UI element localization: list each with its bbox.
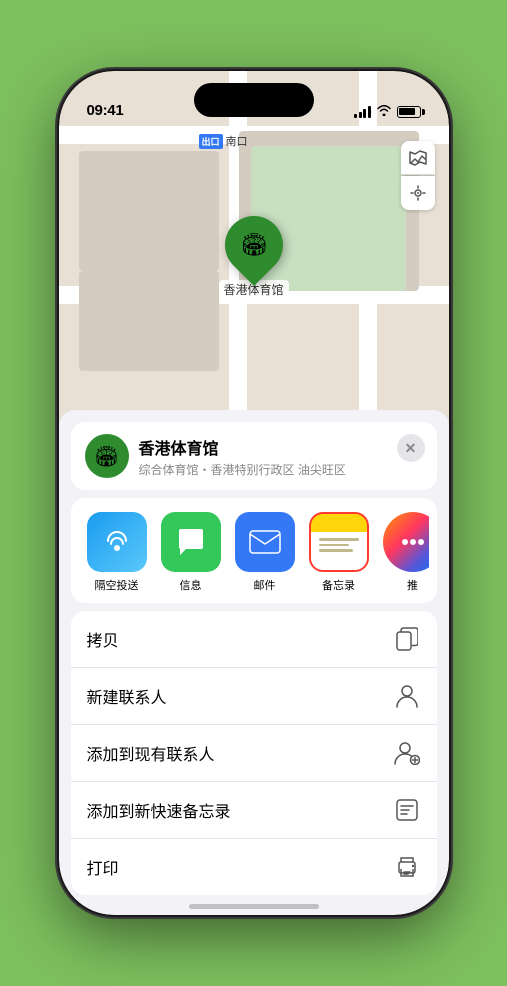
action-new-contact[interactable]: 新建联系人	[71, 668, 437, 725]
status-time: 09:41	[87, 102, 124, 119]
airdrop-icon	[87, 512, 147, 572]
location-info: 香港体育馆 综合体育馆・香港特别行政区 油尖旺区	[139, 435, 423, 478]
action-copy-label: 拷贝	[87, 627, 119, 651]
map-block-1	[79, 151, 219, 271]
battery-icon	[397, 106, 421, 118]
status-icons	[354, 104, 421, 119]
share-app-messages[interactable]: 信息	[157, 512, 225, 593]
share-apps-list: 隔空投送 信息	[79, 512, 429, 593]
person-icon	[393, 682, 421, 710]
notes-icon	[309, 512, 369, 572]
phone-frame: 09:41	[59, 71, 449, 915]
more-icon	[383, 512, 429, 572]
location-pin: 🏟 香港体育馆	[218, 216, 288, 299]
location-card: 🏟 香港体育馆 综合体育馆・香港特别行政区 油尖旺区 ✕	[71, 422, 437, 490]
dynamic-island	[194, 83, 314, 117]
wifi-icon	[376, 104, 392, 119]
copy-icon	[393, 625, 421, 653]
signal-icon	[354, 106, 371, 118]
action-new-contact-label: 新建联系人	[87, 684, 167, 708]
map-south-label: 出口 南口	[199, 133, 248, 149]
map-type-button[interactable]	[401, 141, 435, 175]
share-app-notes[interactable]: 备忘录	[305, 512, 373, 593]
more-label: 推	[407, 577, 418, 593]
airdrop-label: 隔空投送	[95, 577, 139, 593]
print-icon	[393, 853, 421, 881]
pin-inner-icon: 🏟	[240, 232, 268, 258]
notes-label: 备忘录	[322, 577, 355, 593]
location-icon: 🏟	[85, 434, 129, 478]
action-print-label: 打印	[87, 855, 119, 879]
action-add-notes-label: 添加到新快速备忘录	[87, 798, 231, 822]
share-app-more[interactable]: 推	[379, 512, 429, 593]
share-app-mail[interactable]: 邮件	[231, 512, 299, 593]
person-add-icon	[393, 739, 421, 767]
action-copy[interactable]: 拷贝	[71, 611, 437, 668]
map-block-3	[79, 271, 219, 371]
location-button[interactable]	[401, 176, 435, 210]
location-subtitle: 综合体育馆・香港特别行政区 油尖旺区	[139, 461, 423, 478]
home-indicator	[189, 904, 319, 909]
share-app-airdrop[interactable]: 隔空投送	[83, 512, 151, 593]
action-add-notes[interactable]: 添加到新快速备忘录	[71, 782, 437, 839]
map-exit-badge: 出口	[199, 134, 223, 149]
location-name: 香港体育馆	[139, 435, 423, 459]
pin-circle: 🏟	[212, 204, 294, 286]
bottom-sheet: 🏟 香港体育馆 综合体育馆・香港特别行政区 油尖旺区 ✕	[59, 410, 449, 915]
map-controls	[401, 141, 435, 210]
mail-label: 邮件	[254, 577, 276, 593]
action-print[interactable]: 打印	[71, 839, 437, 895]
close-button[interactable]: ✕	[397, 434, 425, 462]
action-list: 拷贝 新建联系人	[71, 611, 437, 895]
share-row: 隔空投送 信息	[71, 498, 437, 603]
action-add-existing[interactable]: 添加到现有联系人	[71, 725, 437, 782]
note-icon	[393, 796, 421, 824]
messages-icon	[161, 512, 221, 572]
action-add-existing-label: 添加到现有联系人	[87, 741, 215, 765]
map-south-text: 南口	[226, 133, 248, 149]
mail-icon	[235, 512, 295, 572]
messages-label: 信息	[180, 577, 202, 593]
